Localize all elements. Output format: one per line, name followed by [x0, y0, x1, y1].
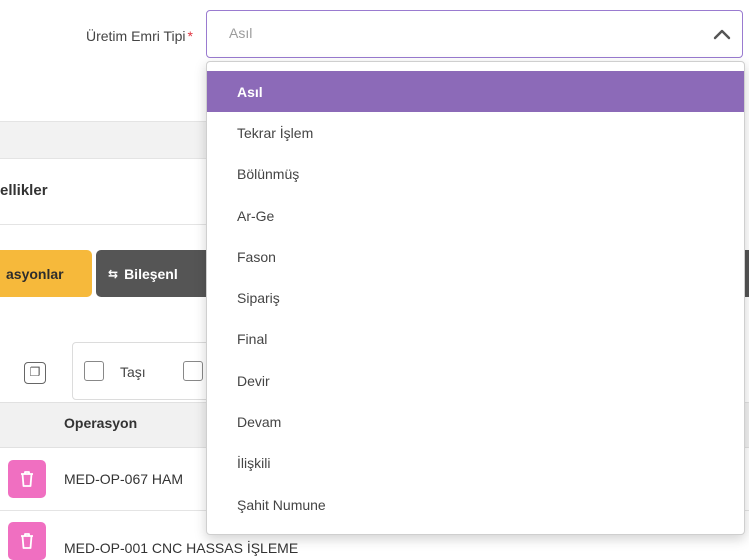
required-mark: *	[187, 28, 193, 44]
components-icon: ⇆	[108, 266, 119, 281]
operations-button[interactable]: asyonlar	[0, 250, 92, 297]
table-row-operation: MED-OP-067 HAM	[64, 471, 184, 487]
option-ar-ge[interactable]: Ar-Ge	[207, 195, 744, 236]
column-header-operation: Operasyon	[64, 415, 138, 431]
option-siparis[interactable]: Sipariş	[207, 277, 744, 318]
delete-row-button[interactable]	[8, 460, 46, 498]
section-divider-strip	[0, 121, 206, 159]
properties-section-title: ellikler	[0, 182, 48, 199]
option-devir[interactable]: Devir	[207, 360, 744, 401]
delete-row-button[interactable]	[8, 522, 46, 560]
move-checkbox[interactable]	[84, 361, 104, 381]
option-bolunmus[interactable]: Bölünmüş	[207, 154, 744, 195]
trash-icon	[21, 471, 33, 487]
copy-icon[interactable]: ❐	[24, 362, 46, 384]
production-order-type-label: Üretim Emri Tipi *	[0, 28, 193, 48]
option-iliskili[interactable]: İlişkili	[207, 443, 744, 484]
production-order-type-dropdown: Asıl Tekrar İşlem Bölünmüş Ar-Ge Fason S…	[206, 61, 745, 535]
option-fason[interactable]: Fason	[207, 236, 744, 277]
option-tekrar-islem[interactable]: Tekrar İşlem	[207, 112, 744, 153]
option-sahit-numune[interactable]: Şahit Numune	[207, 484, 744, 525]
option-final[interactable]: Final	[207, 319, 744, 360]
trash-icon	[21, 533, 33, 549]
divider	[0, 224, 206, 225]
toolbar-checkbox[interactable]	[183, 361, 203, 381]
option-asil[interactable]: Asıl	[207, 71, 744, 113]
table-row-operation: MED-OP-001 CNC HASSAS İŞLEME	[64, 540, 299, 556]
operations-button-label: asyonlar	[6, 265, 64, 282]
production-order-type-select[interactable]: Asıl	[206, 10, 743, 58]
production-order-type-label-text: Üretim Emri Tipi	[85, 28, 186, 44]
chevron-up-icon[interactable]	[712, 25, 732, 43]
option-devam[interactable]: Devam	[207, 401, 744, 442]
select-current-value: Asıl	[229, 25, 253, 41]
components-button-label: Bileşenl	[124, 265, 178, 282]
move-checkbox-label: Taşı	[120, 364, 146, 380]
components-button[interactable]: ⇆ Bileşenl	[96, 250, 206, 297]
